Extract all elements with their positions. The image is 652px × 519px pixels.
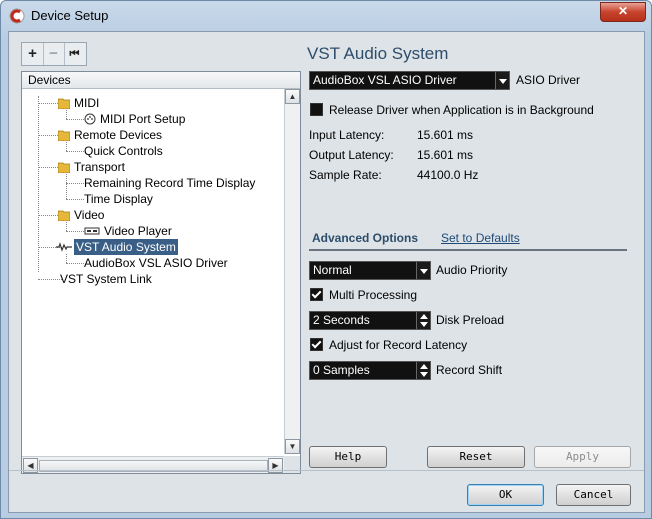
tree-connector [66,110,67,119]
midi-port-icon [84,113,96,125]
window-title: Device Setup [31,8,109,23]
audio-system-icon [56,242,72,252]
device-setup-window: Device Setup ✕ + − ⏮ Devices MIDI MIDI P… [0,0,652,519]
tree-vertical-scrollbar[interactable]: ▲ ▼ [284,89,300,454]
record-shift-value: 0 Samples [313,363,370,377]
reset-device-button[interactable]: ⏮ [64,43,85,65]
record-shift-stepper[interactable]: 0 Samples [309,361,431,380]
spin-arrows-icon[interactable] [416,312,430,329]
output-latency-label: Output Latency: [309,148,394,162]
video-player-icon [84,227,100,235]
tree-item-label: Remote Devices [74,128,163,142]
adjust-record-latency-label: Adjust for Record Latency [329,338,468,352]
disk-preload-stepper[interactable]: 2 Seconds [309,311,431,330]
input-latency-label: Input Latency: [309,128,385,142]
tree-item-label: Video [74,208,105,222]
disk-preload-value: 2 Seconds [313,313,370,327]
chevron-down-icon[interactable] [495,72,509,89]
tree-connector [66,119,84,120]
tree-toolbar: + − ⏮ [21,42,87,66]
record-shift-label: Record Shift [436,363,503,377]
tree-item-label: MIDI [74,96,100,110]
multi-processing-checkbox[interactable] [310,288,323,301]
disk-preload-label: Disk Preload [436,313,505,327]
audio-priority-value: Normal [313,263,352,277]
asio-driver-label: ASIO Driver [516,73,581,87]
title-bar[interactable]: Device Setup ✕ [1,1,651,31]
sample-rate-value: 44100.0 Hz [417,168,479,182]
tree-item-label: Time Display [84,192,153,206]
tree-connector [66,174,67,199]
devices-header-label: Devices [28,73,71,87]
advanced-divider [309,249,627,251]
asio-driver-select[interactable]: AudioBox VSL ASIO Driver [309,71,510,90]
adjust-record-latency-checkbox[interactable] [310,338,323,351]
remove-device-button[interactable]: − [43,43,65,65]
tree-item-label: Video Player [104,224,172,238]
footer-divider [9,470,644,471]
tree-item-label: VST Audio System [74,239,178,255]
add-device-button[interactable]: + [22,43,44,65]
tree-item-label: MIDI Port Setup [100,112,186,126]
sample-rate-label: Sample Rate: [309,168,382,182]
multi-processing-label: Multi Processing [329,288,418,302]
chevron-down-icon[interactable] [416,262,430,279]
dialog-body: + − ⏮ Devices MIDI MIDI Port Setup Remot… [8,31,645,513]
cancel-button[interactable]: Cancel [556,484,631,506]
tree-item-label: Quick Controls [84,144,163,158]
advanced-options-title: Advanced Options [312,231,419,245]
close-button[interactable]: ✕ [600,2,646,22]
tree-connector [66,231,84,232]
tree-header: Devices [22,72,300,89]
ok-button[interactable]: OK [467,484,544,506]
asio-driver-value: AudioBox VSL ASIO Driver [313,73,457,87]
devices-tree: Devices MIDI MIDI Port Setup Remote Devi… [21,71,301,474]
folder-icon [58,210,70,221]
tree-item-label: AudioBox VSL ASIO Driver [84,256,228,270]
reset-button[interactable]: Reset [427,446,525,468]
release-driver-checkbox[interactable] [310,103,323,116]
audio-priority-label: Audio Priority [436,263,508,277]
spin-arrows-icon[interactable] [416,362,430,379]
tree-connector [66,254,67,263]
cubase-logo-icon [9,8,25,24]
apply-button[interactable]: Apply [534,446,631,468]
tree-item-label: Remaining Record Time Display [84,176,256,190]
tree-connector [38,96,39,272]
audio-priority-select[interactable]: Normal [309,261,431,280]
tree-connector [66,142,67,151]
scroll-up-icon[interactable]: ▲ [285,89,300,104]
set-to-defaults-link[interactable]: Set to Defaults [441,231,520,245]
release-driver-label: Release Driver when Application is in Ba… [329,103,594,117]
tree-connector [66,222,67,231]
folder-icon [58,98,70,109]
panel-title: VST Audio System [307,44,449,63]
tree-item-label: Transport [74,160,125,174]
tree-item-label: VST System Link [60,272,152,286]
input-latency-value: 15.601 ms [417,128,474,142]
folder-icon [58,162,70,173]
folder-icon [58,130,70,141]
scroll-down-icon[interactable]: ▼ [285,439,300,454]
help-button[interactable]: Help [309,446,387,468]
output-latency-value: 15.601 ms [417,148,474,162]
